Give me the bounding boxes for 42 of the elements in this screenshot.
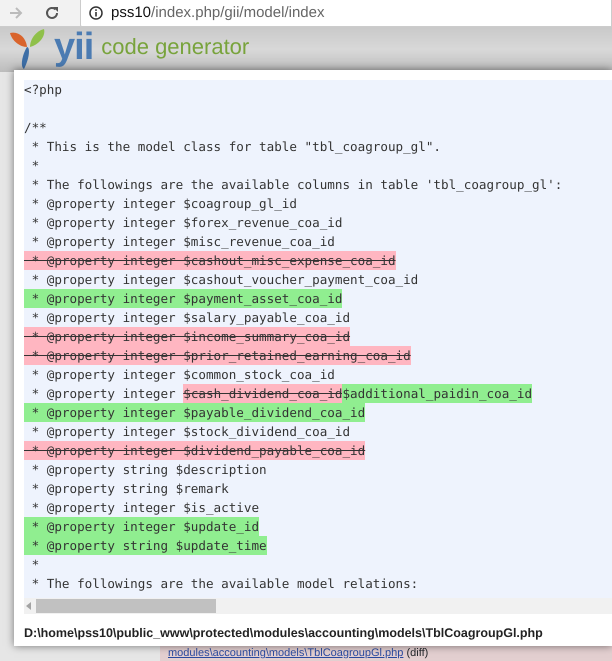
code-line: * @property integer $common_stock_coa_id: [30, 366, 335, 384]
url-text: pss10/index.php/gii/model/index: [111, 3, 324, 23]
code-line: * @property integer $misc_revenue_coa_id: [30, 233, 335, 251]
code-line: * @property integer $stock_dividend_coa_id: [30, 423, 350, 441]
code-line: * @property integer $cashout_voucher_payment_coa_id: [30, 271, 418, 289]
code-line: * The followings are the available columns in table 'tbl_coagroup_gl':: [30, 176, 562, 194]
removed-code: * @property integer $cashout_misc_expense_coa_id: [24, 251, 396, 270]
removed-code: * @property integer $dividend_payable_coa_id: [24, 441, 366, 460]
logo-subtitle: code generator: [101, 33, 250, 61]
horizontal-scrollbar[interactable]: [24, 598, 612, 614]
code-line: *: [30, 556, 40, 574]
code-line: *: [30, 157, 40, 175]
forward-icon[interactable]: [8, 5, 24, 21]
code-line: * @property string $remark: [30, 480, 229, 498]
code-line: * The followings are the available model relations:: [30, 575, 418, 593]
added-code: * @property integer $payment_asset_coa_id: [24, 289, 342, 308]
code-line: * @property integer $is_active: [30, 499, 260, 517]
added-code: * @property integer $update_id: [24, 517, 260, 536]
added-code: * @property integer $payable_dividend_coa_id: [24, 403, 366, 422]
code-line: * This is the model class for table "tbl_coagroup_gl".: [30, 138, 442, 156]
address-bar[interactable]: pss10/index.php/gii/model/index: [80, 0, 612, 26]
code-line: * @property integer $salary_payable_coa_id: [30, 309, 350, 327]
code-line: * @property integer: [30, 385, 177, 403]
added-code: $additional_paidin_coa_id: [342, 384, 532, 403]
scroll-left-icon[interactable]: [24, 601, 34, 611]
code-line: /**: [24, 119, 47, 137]
code-line: * @property integer $coagroup_gl_id: [30, 195, 297, 213]
logo-icon: [8, 27, 46, 69]
info-icon: [89, 6, 103, 20]
file-link[interactable]: modules\accounting\models\TblCoagroupGl.php: [168, 647, 404, 659]
code-line: <?php: [24, 81, 62, 99]
diff-link[interactable]: (diff): [406, 647, 428, 659]
logo-text: yii: [54, 27, 94, 67]
scrollbar-thumb[interactable]: [36, 599, 216, 613]
code-line: * @property string $description: [30, 461, 267, 479]
file-path: D:\home\pss10\public_www\protected\modules\accounting\models\TblCoagroupGl.php: [24, 625, 544, 642]
added-code: * @property string $update_time: [24, 536, 267, 555]
removed-code: * @property integer $income_summary_coa_id: [24, 327, 350, 346]
code-line: * @property integer $forex_revenue_coa_id: [30, 214, 342, 232]
reload-icon[interactable]: [44, 5, 60, 21]
removed-code: * @property integer $prior_retained_earning_coa_id: [24, 346, 411, 365]
removed-code: $cash_dividend_coa_id: [183, 384, 342, 403]
